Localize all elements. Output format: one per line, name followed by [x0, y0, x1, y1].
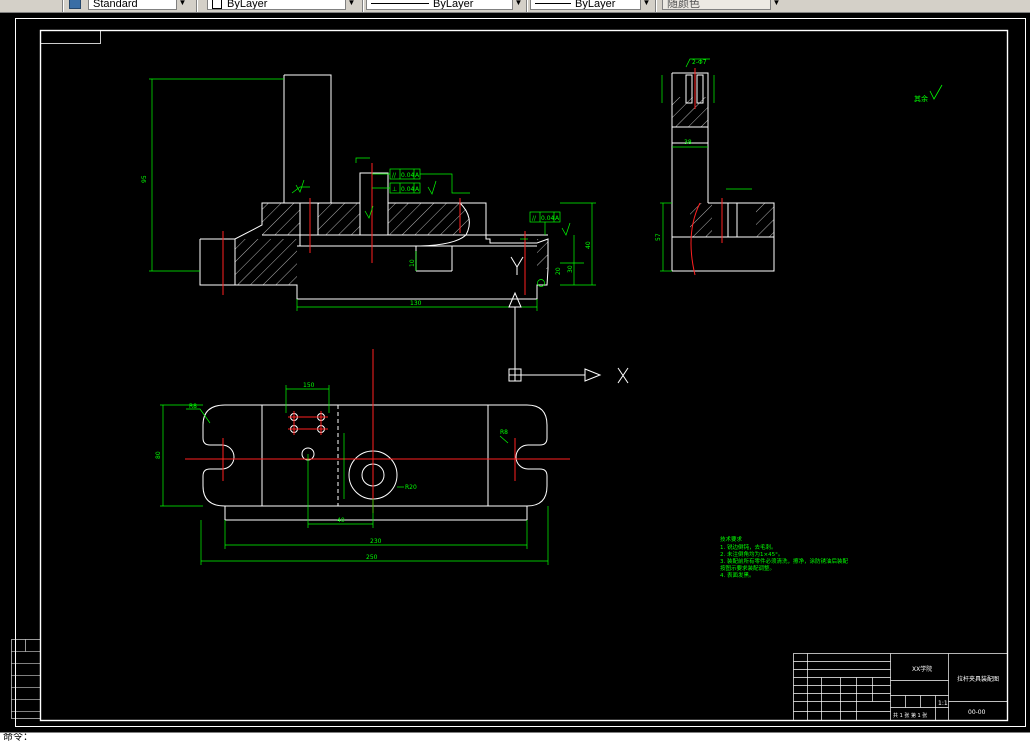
chevron-down-icon[interactable]: ▼ — [176, 0, 188, 10]
chevron-down-icon[interactable]: ▼ — [512, 0, 524, 10]
layer-color-select[interactable]: ByLayer — [207, 0, 357, 10]
toolbar-separator — [655, 0, 657, 12]
color-swatch-icon — [212, 0, 222, 9]
toolbar-separator — [62, 0, 64, 12]
front-view: 95 130 40 30 20 10 // 0.04 A ⊥ 0.04 A //… — [141, 74, 596, 311]
tol-3-ref: A — [555, 215, 560, 222]
plot-style-value: 随颜色 — [667, 0, 700, 10]
drawing-canvas[interactable]: 95 130 40 30 20 10 // 0.04 A ⊥ 0.04 A //… — [0, 12, 1030, 732]
toolbar-separator — [196, 0, 198, 12]
tol-2-val: 0.04 — [401, 186, 415, 193]
dim-front-r1: 20 — [555, 267, 562, 275]
dim-top-r: R20 — [405, 484, 417, 491]
dim-front-slot: 10 — [409, 259, 416, 267]
chevron-down-icon[interactable]: ▼ — [640, 0, 652, 10]
dim-top-inner: 230 — [370, 538, 382, 545]
title-block-name: 拉杆夹具装配图 — [957, 675, 999, 683]
dim-top-mid: 150 — [303, 382, 315, 389]
title-block-school: XX学院 — [912, 665, 932, 673]
tol-2-sym: ⊥ — [392, 186, 397, 193]
tech-req-line: 2. 未注倒角均为1×45°。 — [720, 550, 783, 558]
tech-req-line: 按图示要求装配调整。 — [720, 564, 775, 572]
chevron-down-icon[interactable]: ▼ — [770, 0, 782, 10]
dim-top-slot-r: R8 — [500, 429, 508, 436]
title-block-sheet: 共 1 张 第 1 张 — [893, 712, 927, 719]
properties-toolbar: Standard ▼ ByLayer ▼ ByLayer ▼ ByLayer ▼… — [0, 0, 1030, 13]
tol-3-sym: // — [532, 215, 537, 222]
dim-front-r3: 40 — [585, 241, 592, 249]
linetype-preview-icon — [371, 3, 429, 4]
title-block-scale: 1:1 — [938, 700, 948, 707]
dim-top-height: 80 — [155, 451, 162, 459]
dim-side-height: 57 — [655, 233, 662, 241]
side-view: 38 57 2-Φ7 — [655, 58, 775, 276]
tech-req-line: 1. 锐边倒钝，去毛刺。 — [720, 543, 777, 551]
tech-req-line: 3. 装配前所有零件必须清洗，擦净，涂防锈油后装配 — [720, 557, 848, 565]
lineweight-select[interactable]: ByLayer — [530, 0, 652, 10]
dim-top-holes: 40 — [337, 517, 345, 524]
toolbar-separator — [526, 0, 528, 12]
tol-2-ref: A — [415, 186, 420, 193]
linetype-select[interactable]: ByLayer — [366, 0, 524, 10]
dim-side-width: 38 — [684, 139, 692, 146]
title-block-number: 00-00 — [968, 709, 986, 716]
tol-1-ref: A — [415, 172, 420, 179]
tol-1-sym: // — [392, 172, 397, 179]
ucs-x-axis-letter — [617, 367, 629, 384]
command-line[interactable]: 命令： — [0, 732, 1030, 743]
top-view: 80 250 230 40 150 R20 R8 R8 — [155, 349, 570, 565]
command-prompt: 命令： — [3, 733, 33, 743]
text-style-select[interactable]: Standard — [88, 0, 188, 10]
text-style-value: Standard — [93, 0, 138, 10]
roughness-label: 其余 — [914, 94, 928, 103]
text-style-icon[interactable] — [69, 0, 81, 9]
dim-side-hole: 2-Φ7 — [692, 59, 707, 66]
technical-requirements: 技术要求 1. 锐边倒钝，去毛刺。 2. 未注倒角均为1×45°。 3. 装配前… — [720, 535, 848, 579]
roughness-note: 其余 — [914, 84, 943, 103]
tech-req-line: 4. 表面发黑。 — [720, 571, 755, 579]
ucs-y-axis-letter — [510, 256, 524, 275]
chevron-down-icon[interactable]: ▼ — [345, 0, 357, 10]
ucs-icon — [508, 291, 602, 382]
lineweight-value: ByLayer — [575, 0, 616, 10]
ucs-y-label: Y — [0, 13, 1, 14]
tol-1-val: 0.04 — [401, 172, 415, 179]
dim-top-depth: R8 — [189, 403, 197, 410]
lineweight-preview-icon — [535, 3, 571, 4]
plot-style-select[interactable]: 随颜色 — [662, 0, 782, 10]
dim-front-base: 130 — [410, 300, 422, 307]
toolbar-separator — [362, 0, 364, 12]
linetype-value: ByLayer — [433, 0, 474, 10]
tech-req-title: 技术要求 — [720, 535, 743, 543]
dim-front-r2: 30 — [567, 265, 574, 273]
dim-top-length: 250 — [366, 554, 378, 561]
layer-color-value: ByLayer — [227, 0, 268, 10]
tol-3-val: 0.04 — [541, 215, 555, 222]
dim-front-height: 95 — [141, 175, 148, 183]
